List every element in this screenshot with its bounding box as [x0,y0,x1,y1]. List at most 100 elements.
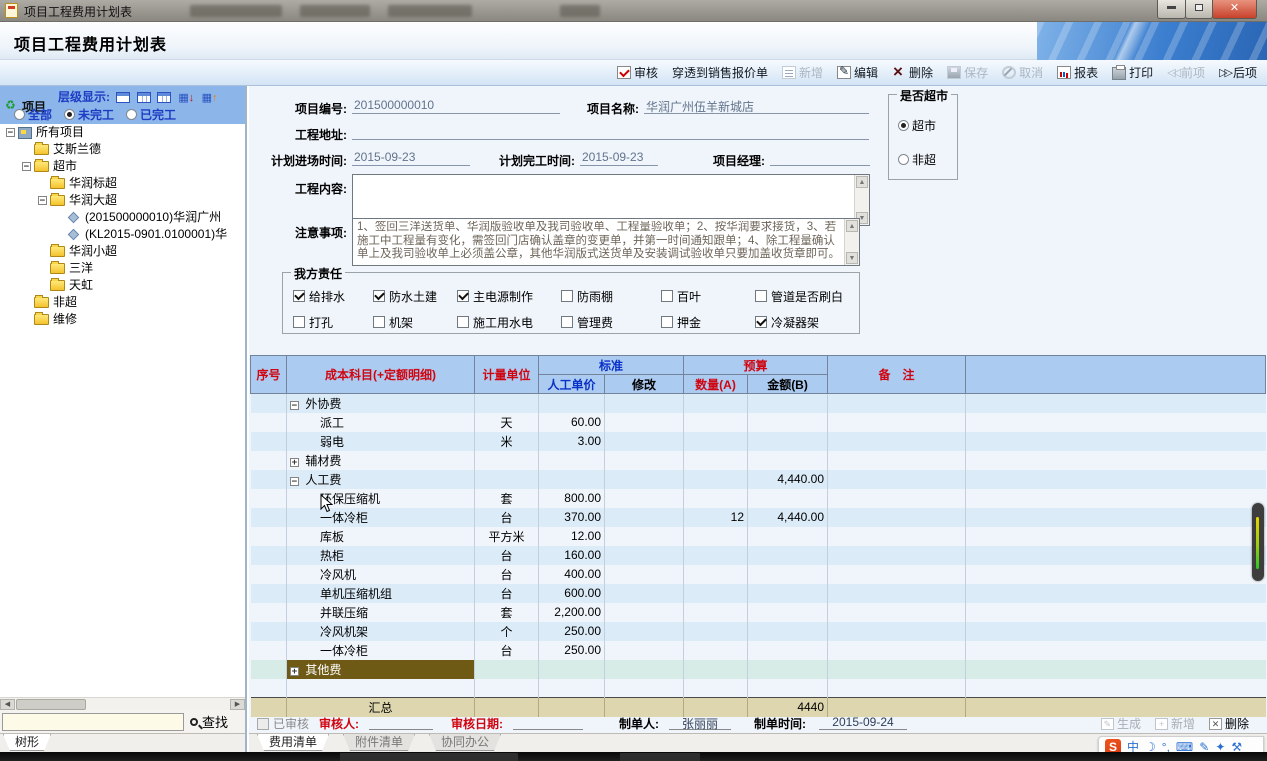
restore-button[interactable] [1185,0,1213,19]
tree-expander-icon[interactable]: − [22,162,31,171]
scroll-right-icon[interactable]: ▶ [230,699,245,710]
col-qty[interactable]: 数量(A) [684,375,748,394]
supermarket-option-超市[interactable]: 超市 [898,117,936,134]
tree-item[interactable]: 非超 [0,294,245,311]
tree-horizontal-scrollbar[interactable]: ◀ ▶ [0,697,245,710]
layout-view-icon[interactable] [116,92,130,103]
search-button[interactable]: 查找 [190,712,228,731]
toolbar-button-审核[interactable]: 审核 [617,64,658,81]
responsibility-checkbox-防水土建[interactable]: 防水土建 [373,283,457,309]
tree-item[interactable]: 华润标超 [0,175,245,192]
scroll-left-icon[interactable]: ◀ [0,699,15,710]
table-row[interactable] [251,679,1266,698]
auditor-field[interactable] [369,715,433,730]
tree-filter-已完工[interactable]: 已完工 [126,106,176,123]
address-field[interactable] [352,124,869,140]
responsibility-checkbox-打孔[interactable]: 打孔 [293,309,373,335]
responsibility-checkbox-防雨棚[interactable]: 防雨棚 [561,283,661,309]
table-row[interactable]: 冷风机台400.00 [251,565,1266,584]
supermarket-option-非超[interactable]: 非超 [898,151,936,168]
table-row[interactable]: 热柜台160.00 [251,546,1266,565]
tree-item[interactable]: −华润大超 [0,192,245,209]
split-view-icon[interactable] [137,92,151,103]
toolbar-button-打印[interactable]: 打印 [1112,64,1153,81]
project-no-field[interactable]: 201500000010 [352,98,560,114]
maker-field[interactable]: 张丽丽 [669,715,731,730]
tree-item[interactable]: 艾斯兰德 [0,141,245,158]
audit-date-field[interactable] [513,715,583,730]
audited-checkbox[interactable]: 已审核 [257,715,309,732]
row-expander-icon[interactable]: + [290,667,299,676]
tree-item[interactable]: −超市 [0,158,245,175]
notes-scrollbar[interactable]: ▲▼ [844,219,859,265]
row-expander-icon[interactable]: − [290,477,299,486]
tab-附件清单[interactable]: 附件清单 [343,734,415,751]
table-row[interactable]: 弱电米3.00 [251,432,1266,451]
tab-tree[interactable]: 树形 [3,734,51,751]
grid-vertical-scrollbar[interactable] [1252,503,1264,581]
table-row[interactable]: + 辅材费 [251,451,1266,470]
table-row[interactable]: − 人工费4,440.00 [251,470,1266,489]
tree-item[interactable]: (201500000010)华润广州 [0,209,245,226]
responsibility-checkbox-管道是否刷白[interactable]: 管道是否刷白 [755,283,865,309]
col-budget[interactable]: 预算 [684,356,828,375]
table-row[interactable]: + 其他费 [251,660,1266,679]
window-titlebar[interactable]: 项目工程费用计划表 ✕ [0,0,1267,22]
row-expander-icon[interactable]: + [290,458,299,467]
tree-expander-icon[interactable]: − [38,196,47,205]
sort-asc-icon[interactable]: ▦↑ [202,91,218,104]
row-expander-icon[interactable]: − [290,401,299,410]
table-row[interactable]: 并联压缩套2,200.00 [251,603,1266,622]
minimize-button[interactable] [1157,0,1186,19]
toolbar-button-删除[interactable]: 删除 [892,64,933,81]
scroll-down-icon[interactable]: ▼ [846,252,858,264]
tree-expander-icon[interactable]: − [6,128,15,137]
tree-item[interactable]: 三洋 [0,260,245,277]
col-seq[interactable]: 序号 [251,356,287,394]
col-unit[interactable]: 计量单位 [475,356,539,394]
responsibility-checkbox-主电源制作[interactable]: 主电源制作 [457,283,561,309]
table-row[interactable]: 单机压缩机组台600.00 [251,584,1266,603]
search-input[interactable] [2,713,184,731]
table-row[interactable]: 一体冷柜台370.00124,440.00 [251,508,1266,527]
plan-start-field[interactable]: 2015-09-23 [352,150,470,166]
footer-button-删除[interactable]: ✕删除 [1209,715,1249,732]
col-note[interactable]: 备 注 [828,356,966,394]
toolbar-button-穿透到销售报价单[interactable]: 穿透到销售报价单 [672,64,768,81]
responsibility-checkbox-施工用水电[interactable]: 施工用水电 [457,309,561,335]
tree-filter-全部[interactable]: 全部 [14,106,52,123]
notes-textarea[interactable]: 1、签回三洋送货单、华润版验收单及我司验收单、工程量验收单；2、按华润要求接货，… [352,218,860,266]
sort-desc-icon[interactable]: ▦↓ [178,91,194,104]
tab-协同办公[interactable]: 协同办公 [429,734,501,751]
taskbar-button[interactable] [340,753,518,761]
responsibility-checkbox-百叶[interactable]: 百叶 [661,283,755,309]
table-row[interactable]: 库板平方米12.00 [251,527,1266,546]
col-amount[interactable]: 金额(B) [748,375,828,394]
col-item[interactable]: 成本科目(+定额明细) [287,356,475,394]
table-view-icon[interactable] [157,92,171,103]
table-row[interactable]: 一体冷柜台250.00 [251,641,1266,660]
table-row[interactable]: 冷风机架个250.00 [251,622,1266,641]
taskbar-button[interactable] [620,753,700,761]
tree-item[interactable]: −所有项目 [0,124,245,141]
responsibility-checkbox-押金[interactable]: 押金 [661,309,755,335]
tree-filter-未完工[interactable]: 未完工 [64,106,114,123]
make-time-field[interactable]: 2015-09-24 [819,715,907,730]
responsibility-checkbox-管理费[interactable]: 管理费 [561,309,661,335]
tree-item[interactable]: (KL2015-0901.0100001)华 [0,226,245,243]
scroll-up-icon[interactable]: ▲ [856,176,868,188]
plan-finish-field[interactable]: 2015-09-23 [580,150,658,166]
table-row[interactable]: − 外协费 [251,394,1266,413]
scroll-thumb[interactable] [16,699,86,710]
toolbar-button-报表[interactable]: 报表 [1057,64,1098,81]
table-row[interactable]: 环保压缩机套800.00 [251,489,1266,508]
col-standard[interactable]: 标准 [539,356,684,375]
tree-item[interactable]: 维修 [0,311,245,328]
tree-item[interactable]: 华润小超 [0,243,245,260]
col-modify[interactable]: 修改 [605,375,684,394]
tree-item[interactable]: 天虹 [0,277,245,294]
manager-field[interactable] [770,150,870,166]
table-row[interactable]: 派工天60.00 [251,413,1266,432]
scroll-up-icon[interactable]: ▲ [846,220,858,232]
toolbar-button-后项[interactable]: ▷▷后项 [1219,64,1257,81]
